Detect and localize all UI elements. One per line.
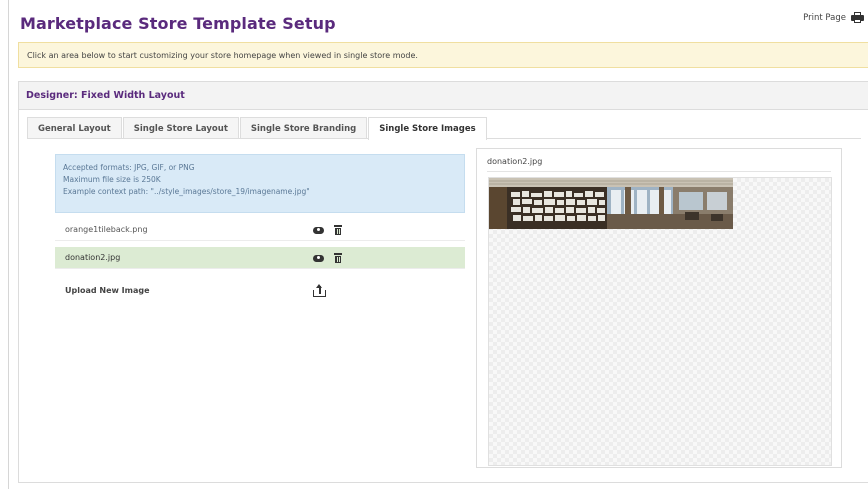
- notice-text: Click an area below to start customizing…: [27, 50, 418, 60]
- file-row-selected[interactable]: donation2.jpg: [55, 247, 465, 269]
- tab-single-store-branding[interactable]: Single Store Branding: [239, 117, 368, 139]
- page-frame: Marketplace Store Template Setup Print P…: [8, 0, 868, 489]
- info-formats: Accepted formats: JPG, GIF, or PNG: [63, 163, 195, 172]
- view-icon[interactable]: [313, 254, 324, 262]
- print-page-label: Print Page: [803, 12, 846, 23]
- tab-single-store-images[interactable]: Single Store Images: [368, 117, 487, 140]
- tab-label: General Layout: [38, 123, 111, 134]
- file-name: donation2.jpg: [65, 253, 121, 262]
- page-title: Marketplace Store Template Setup: [20, 14, 336, 33]
- upload-new-image-row[interactable]: Upload New Image: [55, 275, 465, 305]
- designer-header-text: Designer: Fixed Width Layout: [26, 90, 185, 101]
- upload-icon[interactable]: [313, 283, 326, 297]
- printer-icon: [851, 12, 864, 23]
- info-max-size: Maximum file size is 250K: [63, 175, 161, 184]
- trash-icon[interactable]: [334, 253, 342, 263]
- preview-file-name: donation2.jpg: [487, 157, 543, 166]
- tab-single-store-layout[interactable]: Single Store Layout: [122, 117, 239, 139]
- preview-divider: [487, 171, 831, 172]
- file-row[interactable]: orange1tileback.png: [55, 219, 465, 241]
- lobby-photo-graphic: [489, 178, 733, 229]
- image-list-panel: Accepted formats: JPG, GIF, or PNG Maxim…: [55, 154, 466, 464]
- trash-icon[interactable]: [334, 225, 342, 235]
- notice-banner: Click an area below to start customizing…: [18, 42, 868, 68]
- image-preview-panel: donation2.jpg: [476, 148, 842, 468]
- preview-canvas: [488, 177, 832, 466]
- upload-new-image-label: Upload New Image: [65, 285, 150, 295]
- designer-panel: Designer: Fixed Width Layout General Lay…: [18, 81, 868, 483]
- tab-label: Single Store Images: [379, 124, 476, 134]
- tab-label: Single Store Layout: [133, 123, 228, 134]
- tab-label: Single Store Branding: [250, 123, 357, 134]
- tab-general-layout[interactable]: General Layout: [27, 117, 122, 139]
- view-icon[interactable]: [313, 226, 324, 234]
- preview-image: [489, 178, 733, 229]
- designer-header: Designer: Fixed Width Layout: [19, 82, 868, 110]
- info-context-path: Example context path: "../style_images/s…: [63, 187, 310, 196]
- designer-tabs: General Layout Single Store Layout Singl…: [27, 117, 488, 140]
- print-page-link[interactable]: Print Page: [803, 12, 864, 23]
- file-name: orange1tileback.png: [65, 225, 148, 234]
- upload-info-box: Accepted formats: JPG, GIF, or PNG Maxim…: [55, 154, 465, 213]
